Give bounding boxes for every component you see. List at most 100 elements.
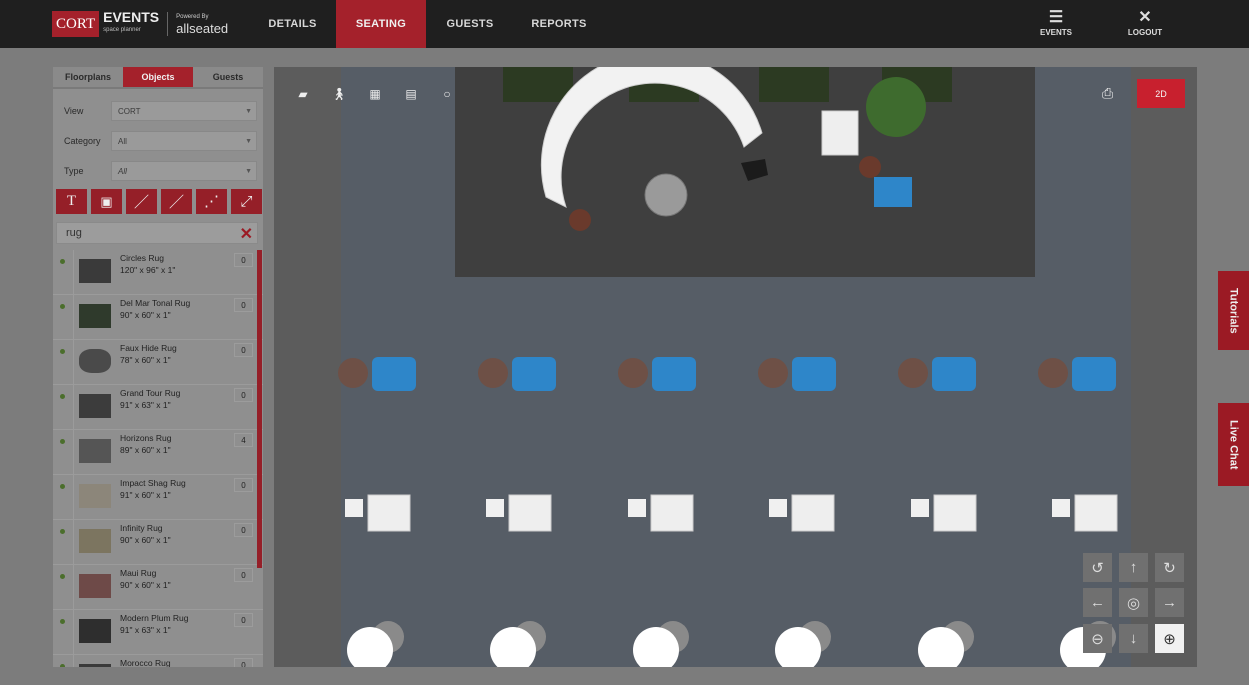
item-dims: 90" x 60" x 1" <box>120 580 171 590</box>
center-view-icon[interactable]: ◎ <box>1119 588 1148 617</box>
clear-search-icon[interactable]: ✕ <box>240 224 253 244</box>
white-chair[interactable] <box>933 494 977 532</box>
white-cube-table[interactable] <box>769 499 787 517</box>
item-count[interactable]: 0 <box>234 298 253 312</box>
tab-guests[interactable]: Guests <box>193 67 263 89</box>
side-table[interactable] <box>758 358 788 388</box>
white-cube-table[interactable] <box>911 499 929 517</box>
item-count[interactable]: 0 <box>234 658 253 667</box>
logout-button[interactable]: ✕ LOGOUT <box>1115 8 1175 37</box>
black-side-table[interactable] <box>741 159 768 181</box>
pan-left-icon[interactable]: ← <box>1083 588 1112 617</box>
side-table[interactable] <box>478 358 508 388</box>
white-cube-table[interactable] <box>1052 499 1070 517</box>
round-coffee-table[interactable] <box>644 173 688 217</box>
blue-armchair[interactable] <box>932 357 976 391</box>
events-menu-button[interactable]: ☰ EVENTS <box>1026 8 1086 37</box>
blue-armchair[interactable] <box>652 357 696 391</box>
view-2d-button[interactable]: 2D <box>1137 79 1185 108</box>
white-chair[interactable] <box>1074 494 1118 532</box>
side-table[interactable] <box>338 358 368 388</box>
blue-armchair[interactable] <box>874 177 912 207</box>
item-count[interactable]: 0 <box>234 388 253 402</box>
pan-up-icon[interactable]: ↑ <box>1119 553 1148 582</box>
nav-guests[interactable]: GUESTS <box>432 0 508 48</box>
item-count[interactable]: 0 <box>234 253 253 267</box>
list-item[interactable]: Circles Rug 120" x 96" x 1" 0 <box>53 250 263 295</box>
blue-armchair[interactable] <box>792 357 836 391</box>
item-count[interactable]: 4 <box>234 433 253 447</box>
pan-right-icon[interactable]: → <box>1155 588 1184 617</box>
shape-tool-button[interactable]: ▣ <box>91 189 122 214</box>
white-chair[interactable] <box>791 494 835 532</box>
item-count[interactable]: 0 <box>234 613 253 627</box>
category-label: Category <box>64 136 101 146</box>
side-table[interactable] <box>859 156 881 178</box>
list-item[interactable]: Morocco Rug 0 <box>53 655 263 667</box>
white-cube-table[interactable] <box>628 499 646 517</box>
zoom-out-icon[interactable]: ⊖ <box>1083 624 1112 653</box>
list-item[interactable]: Impact Shag Rug 91" x 60" x 1" 0 <box>53 475 263 520</box>
rotate-right-icon[interactable]: ↻ <box>1155 553 1184 582</box>
text-tool-button[interactable]: T <box>56 189 87 214</box>
line-tool-button[interactable]: ／ <box>126 189 157 214</box>
list-item[interactable]: Faux Hide Rug 78" x 60" x 1" 0 <box>53 340 263 385</box>
item-count[interactable]: 0 <box>234 478 253 492</box>
item-dims: 78" x 60" x 1" <box>120 355 171 365</box>
view-select[interactable]: CORT ▼ <box>111 101 257 121</box>
seating-chart-icon[interactable]: ▤ <box>402 85 420 103</box>
white-cube-table[interactable] <box>345 499 363 517</box>
walk-icon[interactable]: 🚶︎ <box>330 85 348 103</box>
side-table[interactable] <box>898 358 928 388</box>
blue-armchair[interactable] <box>512 357 556 391</box>
grid-icon[interactable]: ▦ <box>366 85 384 103</box>
circle-icon[interactable]: ○ <box>438 85 456 103</box>
hamburger-icon: ☰ <box>1048 9 1064 26</box>
nav-reports[interactable]: REPORTS <box>520 0 598 48</box>
side-table[interactable] <box>618 358 648 388</box>
rug-thumbnail <box>79 439 111 463</box>
item-count[interactable]: 0 <box>234 343 253 357</box>
white-cube-table[interactable] <box>486 499 504 517</box>
white-armchair[interactable] <box>821 110 859 156</box>
list-scrollbar[interactable] <box>257 250 262 568</box>
list-item[interactable]: Horizons Rug 89" x 60" x 1" 4 <box>53 430 263 475</box>
side-table[interactable] <box>1038 358 1068 388</box>
live-chat-tab[interactable]: Live Chat <box>1218 403 1249 486</box>
printer-icon[interactable]: ⎙ <box>1102 85 1113 102</box>
type-select[interactable]: All ▼ <box>111 161 257 181</box>
tab-objects[interactable]: Objects <box>123 67 193 89</box>
nav-seating[interactable]: SEATING <box>336 0 426 48</box>
list-item[interactable]: Modern Plum Rug 91" x 63" x 1" 0 <box>53 610 263 655</box>
close-icon: ✕ <box>1138 9 1152 26</box>
status-dot <box>60 619 65 624</box>
pan-down-icon[interactable]: ↓ <box>1119 624 1148 653</box>
blue-armchair[interactable] <box>1072 357 1116 391</box>
tab-floorplans[interactable]: Floorplans <box>53 67 123 89</box>
dots-tool-button[interactable]: ⋰ <box>196 189 227 214</box>
tutorials-tab[interactable]: Tutorials <box>1218 271 1249 350</box>
white-chair[interactable] <box>650 494 694 532</box>
list-item[interactable]: Infinity Rug 90" x 60" x 1" 0 <box>53 520 263 565</box>
white-chair[interactable] <box>508 494 552 532</box>
object-search-input[interactable]: rug ✕ <box>56 222 258 244</box>
cort-events-logo[interactable]: CORT EVENTS space planner Powered By all… <box>52 10 228 37</box>
item-count[interactable]: 0 <box>234 568 253 582</box>
list-item[interactable]: Maui Rug 90" x 60" x 1" 0 <box>53 565 263 610</box>
floor-icon[interactable]: ▰ <box>294 85 312 103</box>
floorplan-canvas[interactable]: ▰ 🚶︎ ▦ ▤ ○ ⎙ 2D ↺ ↑ ↻ ← ◎ → ⊖ ↓ ⊕ <box>274 67 1197 667</box>
item-name: Del Mar Tonal Rug <box>120 298 191 308</box>
rug-thumbnail <box>79 304 111 328</box>
item-count[interactable]: 0 <box>234 523 253 537</box>
blue-armchair[interactable] <box>372 357 416 391</box>
rotate-left-icon[interactable]: ↺ <box>1083 553 1112 582</box>
category-select[interactable]: All ▼ <box>111 131 257 151</box>
side-table[interactable] <box>569 209 591 231</box>
nav-details[interactable]: DETAILS <box>255 0 330 48</box>
line-tool-2-button[interactable]: ／ <box>161 189 192 214</box>
measure-tool-button[interactable]: ⤢ <box>231 189 262 214</box>
white-chair[interactable] <box>367 494 411 532</box>
list-item[interactable]: Del Mar Tonal Rug 90" x 60" x 1" 0 <box>53 295 263 340</box>
list-item[interactable]: Grand Tour Rug 91" x 63" x 1" 0 <box>53 385 263 430</box>
zoom-in-icon[interactable]: ⊕ <box>1155 624 1184 653</box>
